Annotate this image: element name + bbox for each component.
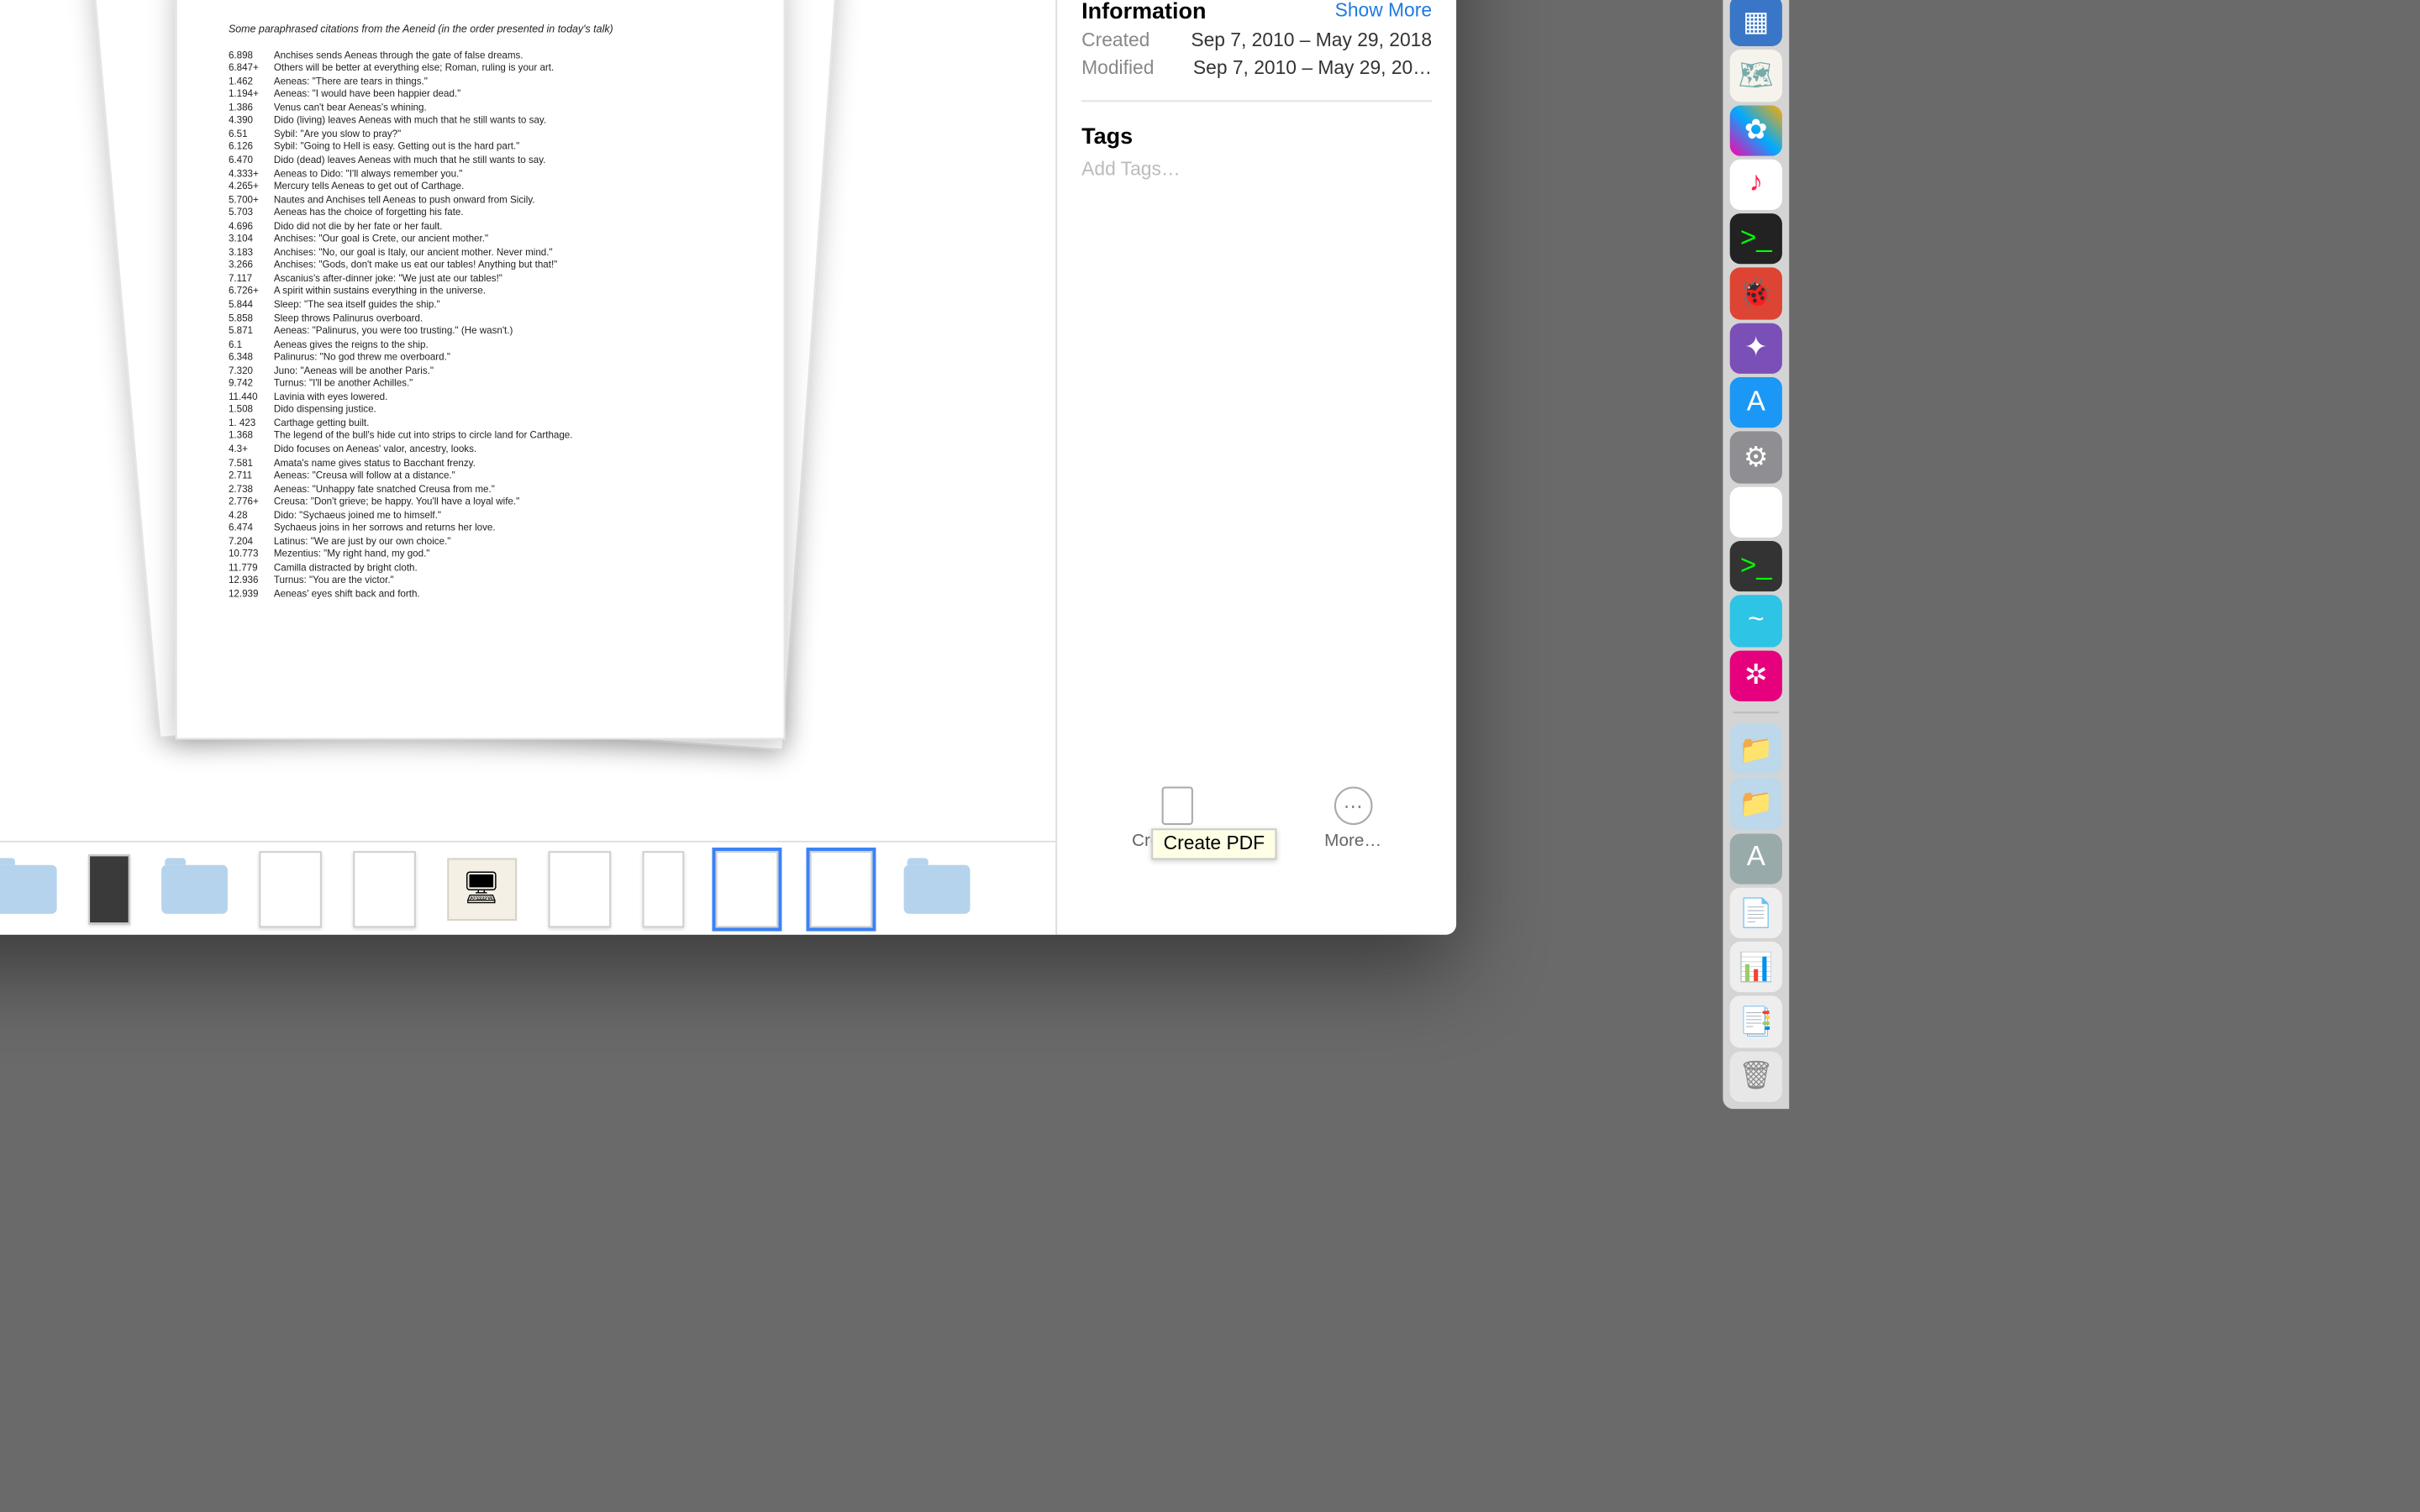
document-line: 10.773Mezentius: "My right hand, my god.…	[229, 550, 730, 564]
document-line: 6.126Sybil: "Going to Hell is easy. Gett…	[229, 143, 730, 156]
dock-terminal-icon[interactable]: >_	[1730, 541, 1782, 592]
thumb-folder[interactable]	[0, 864, 56, 913]
document-stack: Some paraphrased citations from the Aene…	[166, 0, 793, 765]
document-line: 1.508Dido dispensing justice.	[229, 406, 730, 419]
document-line: 6.847+Others will be better at everythin…	[229, 64, 730, 77]
document-line: 1.194+Aeneas: "I would have been happier…	[229, 90, 730, 103]
dock-settings-icon[interactable]: ⚙	[1730, 432, 1782, 483]
dock-app-icon[interactable]: ✦	[1730, 323, 1782, 374]
dock-trash-icon[interactable]: 🗑	[1730, 1051, 1782, 1102]
thumb-doc-selected[interactable]	[715, 850, 778, 927]
document-line: 1.386Venus can't bear Aeneas's whining.	[229, 103, 730, 117]
document-line: 3.183Anchises: "No, our goal is Italy, o…	[229, 248, 730, 261]
document-line: 11.779Camilla distracted by bright cloth…	[229, 564, 730, 577]
dock-app-icon[interactable]: A	[1730, 833, 1782, 885]
more-icon: ⋯	[1334, 786, 1372, 825]
add-tags-field[interactable]: Add Tags…	[1081, 160, 1432, 181]
document-line: 6.898Anchises sends Aeneas through the g…	[229, 50, 730, 64]
created-value: Sep 7, 2010 – May 29, 2018	[1191, 30, 1432, 51]
dock-appstore-icon[interactable]: A	[1730, 377, 1782, 428]
thumbnail-strip[interactable]: 🖥	[0, 841, 1055, 935]
info-section-title: Information	[1081, 0, 1206, 24]
document-line: 5.844Sleep: "The sea itself guides the s…	[229, 301, 730, 314]
page-front[interactable]: Some paraphrased citations from the Aene…	[175, 0, 785, 738]
document-line: 4.265+Mercury tells Aeneas to get out of…	[229, 182, 730, 196]
thumb-doc[interactable]	[352, 850, 415, 927]
thumb-folder[interactable]	[160, 864, 227, 913]
modified-label: Modified	[1081, 59, 1154, 80]
created-label: Created	[1081, 30, 1150, 51]
more-action[interactable]: ⋯ More…	[1324, 786, 1381, 851]
document-line: 6.348Palinurus: "No god threw me overboa…	[229, 353, 730, 366]
document-line: 2.711Aeneas: "Creusa will follow at a di…	[229, 471, 730, 485]
document-line: 3.266Anchises: "Gods, don't make us eat …	[229, 261, 730, 275]
document-line: 2.776+Creusa: "Don't grieve; be happy. Y…	[229, 498, 730, 512]
document-line: 5.871Aeneas: "Palinurus, you were too tr…	[229, 327, 730, 340]
document-line: 4.333+Aeneas to Dido: "I'll always remem…	[229, 169, 730, 182]
document-line: 6.726+A spirit within sustains everythin…	[229, 287, 730, 301]
dock-terminal-icon[interactable]: >_	[1730, 213, 1782, 265]
document-line: 4.390Dido (living) leaves Aeneas with mu…	[229, 117, 730, 130]
document-line: 5.858Sleep throws Palinurus overboard.	[229, 313, 730, 327]
document-line: 4.3+Dido focuses on Aeneas' valor, ances…	[229, 445, 730, 459]
document-line: 5.700+Nautes and Anchises tell Aeneas to…	[229, 196, 730, 209]
document-line: 7.117Ascanius's after-dinner joke: "We j…	[229, 274, 730, 287]
document-line: 2.738Aeneas: "Unhappy fate snatched Creu…	[229, 485, 730, 498]
info-panel: 3 items 3 documents - 1.5 MB Information…	[1055, 0, 1456, 935]
dock-photos-icon[interactable]: ✿	[1730, 104, 1782, 155]
dock-folder-icon[interactable]: 📁	[1730, 724, 1782, 775]
dock-folder-icon[interactable]: 📁	[1730, 779, 1782, 830]
document-line: 5.703Aeneas has the choice of forgetting…	[229, 208, 730, 222]
document-line: 6.470Dido (dead) leaves Aeneas with much…	[229, 156, 730, 170]
dock-app-icon[interactable]: ✲	[1730, 650, 1782, 701]
dock-doc-icon[interactable]: 📑	[1730, 996, 1782, 1047]
dock-doc-icon[interactable]: 📊	[1730, 942, 1782, 993]
gallery-panel: Some paraphrased citations from the Aene…	[0, 0, 1055, 935]
dock-doc-icon[interactable]: 📄	[1730, 887, 1782, 938]
preview-area: Some paraphrased citations from the Aene…	[0, 0, 1055, 841]
document-line: 1. 423Carthage getting built.	[229, 419, 730, 433]
document-line: 7.320Juno: "Aeneas will be another Paris…	[229, 366, 730, 380]
document-title: Some paraphrased citations from the Aene…	[229, 23, 730, 37]
dock-app-icon[interactable]: ~	[1730, 596, 1782, 647]
finder-window: Desktop — Local 〈 〉 ▦ ☰ ▥ ▤ ▦ ˅ ✲ ˅ ⇧ ◯ …	[0, 0, 1456, 935]
thumb-doc-selected[interactable]	[809, 850, 872, 927]
document-line: 7.204Latinus: "We are just by our own ch…	[229, 538, 730, 551]
thumb-dark-doc[interactable]	[87, 853, 129, 923]
document-line: 4.28Dido: "Sychaeus joined me to himself…	[229, 511, 730, 524]
thumb-doc-narrow[interactable]	[641, 850, 683, 927]
document-line: 6.51Sybil: "Are you slow to pray?"	[229, 129, 730, 143]
document-line: 1.368The legend of the bull's hide cut i…	[229, 432, 730, 445]
document-line: 1.462Aeneas: "There are tears in things.…	[229, 77, 730, 91]
document-icon	[1162, 786, 1193, 825]
document-line: 4.696Dido did not die by her fate or her…	[229, 222, 730, 235]
show-more-link[interactable]: Show More	[1335, 0, 1432, 21]
thumb-doc[interactable]	[258, 850, 321, 927]
document-line: 9.742Turnus: "I'll be another Achilles."	[229, 380, 730, 393]
dock-music-icon[interactable]: ♪	[1730, 159, 1782, 210]
dock-separator	[1733, 711, 1779, 713]
dock-app-icon[interactable]: 🐞	[1730, 268, 1782, 319]
document-line: 6.1Aeneas gives the reigns to the ship.	[229, 340, 730, 354]
document-line: 6.474Sychaeus joins in her sorrows and r…	[229, 524, 730, 538]
create-pdf-tooltip: Create PDF	[1151, 828, 1276, 859]
dock-maps-icon[interactable]: 🗺	[1730, 50, 1782, 102]
document-line: 11.440Lavinia with eyes lowered.	[229, 392, 730, 406]
document-line: 12.936Turnus: "You are the victor."	[229, 576, 730, 590]
tags-section-title: Tags	[1081, 123, 1133, 149]
modified-value: Sep 7, 2010 – May 29, 20…	[1193, 59, 1432, 80]
document-line: 3.104Anchises: "Our goal is Crete, our a…	[229, 235, 730, 249]
thumb-doc[interactable]	[547, 850, 610, 927]
document-line: 7.581Amata's name gives status to Baccha…	[229, 459, 730, 472]
thumb-folder[interactable]	[903, 864, 970, 913]
thumb-image[interactable]: 🖥	[446, 857, 516, 920]
dock: 🙂 🧭 ✉︎ W ◎ 💬 ▦ 🗺 ✿ ♪ >_ 🐞 ✦ A ⚙ ◉ >_ ~ ✲…	[1723, 0, 1789, 1109]
dock-app-icon[interactable]: ▦	[1730, 0, 1782, 46]
document-line: 12.939Aeneas' eyes shift back and forth.	[229, 590, 730, 603]
